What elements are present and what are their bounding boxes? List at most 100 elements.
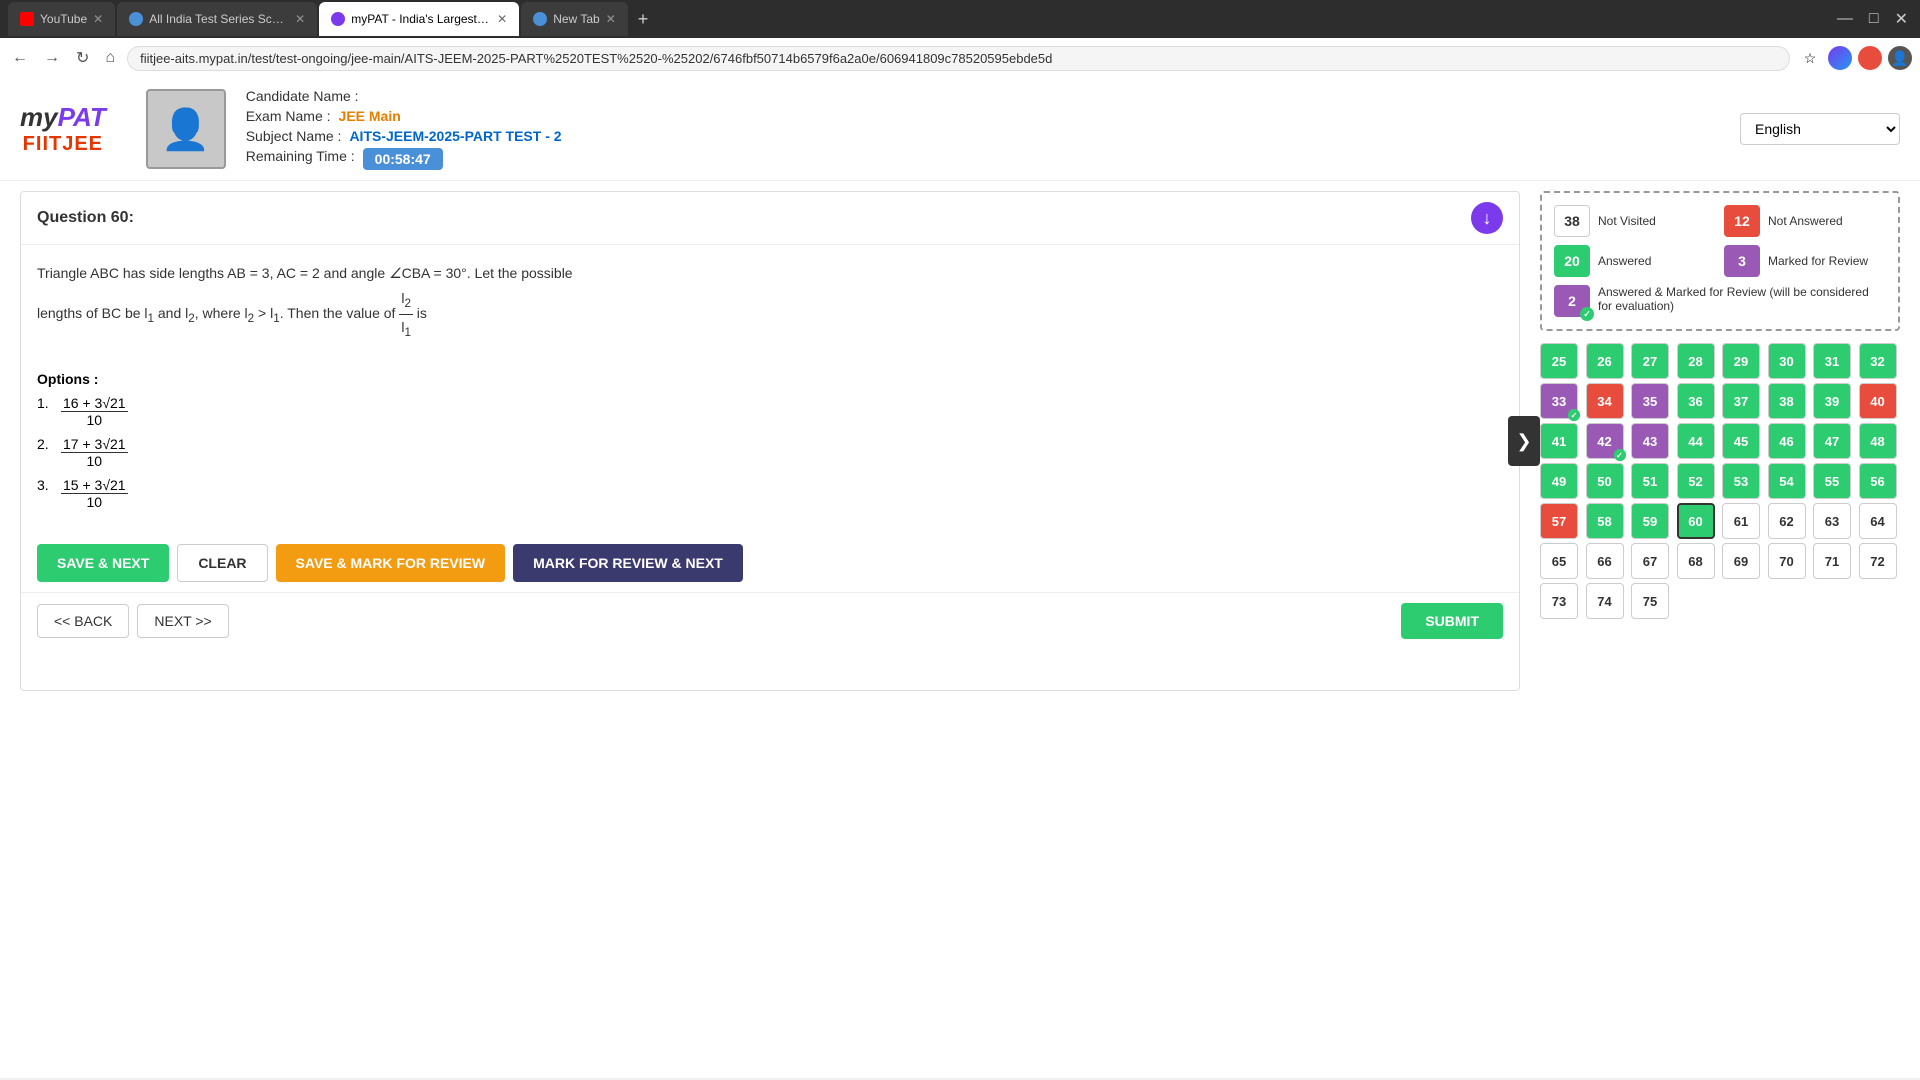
question-grid-btn-50[interactable]: 50 — [1586, 463, 1624, 499]
question-grid-btn-54[interactable]: 54 — [1768, 463, 1806, 499]
action-buttons: SAVE & NEXT CLEAR SAVE & MARK FOR REVIEW… — [21, 534, 1519, 592]
close-tab-aits[interactable]: ✕ — [295, 12, 305, 26]
question-grid-btn-46[interactable]: 46 — [1768, 423, 1806, 459]
question-grid-btn-67[interactable]: 67 — [1631, 543, 1669, 579]
question-grid-btn-47[interactable]: 47 — [1813, 423, 1851, 459]
question-grid-btn-52[interactable]: 52 — [1677, 463, 1715, 499]
star-icon[interactable]: ☆ — [1798, 46, 1822, 70]
question-grid-btn-49[interactable]: 49 — [1540, 463, 1578, 499]
question-grid-btn-53[interactable]: 53 — [1722, 463, 1760, 499]
question-grid-btn-62[interactable]: 62 — [1768, 503, 1806, 539]
question-grid-btn-45[interactable]: 45 — [1722, 423, 1760, 459]
question-grid-btn-61[interactable]: 61 — [1722, 503, 1760, 539]
close-tab-newtab[interactable]: ✕ — [606, 12, 616, 26]
marked-badge: 3 — [1724, 245, 1760, 277]
question-grid-btn-66[interactable]: 66 — [1586, 543, 1624, 579]
language-selector[interactable]: English Hindi — [1740, 113, 1900, 145]
home-button[interactable]: ⌂ — [101, 47, 119, 69]
browser-tab-mypat[interactable]: myPAT - India's Largest Online... ✕ — [319, 2, 519, 36]
browser-tab-youtube[interactable]: YouTube ✕ — [8, 2, 115, 36]
question-grid-btn-48[interactable]: 48 — [1859, 423, 1897, 459]
question-grid-btn-71[interactable]: 71 — [1813, 543, 1851, 579]
maximize-button[interactable]: □ — [1865, 10, 1883, 28]
option-1[interactable]: 1. 16 + 3√21 10 — [37, 395, 1503, 428]
question-grid-btn-34[interactable]: 34 — [1586, 383, 1624, 419]
question-grid-btn-68[interactable]: 68 — [1677, 543, 1715, 579]
candidate-name-label: Candidate Name : — [246, 88, 359, 104]
tab-label-mypat: myPAT - India's Largest Online... — [351, 12, 491, 26]
option-3-num-val: 15 + 3√21 — [61, 477, 128, 494]
clear-button[interactable]: CLEAR — [177, 544, 267, 582]
option-1-num-val: 16 + 3√21 — [61, 395, 128, 412]
marked-label: Marked for Review — [1768, 254, 1868, 268]
back-button-question[interactable]: << BACK — [37, 604, 129, 638]
question-grid-btn-59[interactable]: 59 — [1631, 503, 1669, 539]
question-grid-btn-31[interactable]: 31 — [1813, 343, 1851, 379]
question-grid-btn-42[interactable]: 42✓ — [1586, 423, 1624, 459]
close-tab-mypat[interactable]: ✕ — [497, 12, 507, 26]
close-window-button[interactable]: ✕ — [1891, 9, 1912, 29]
question-grid-btn-63[interactable]: 63 — [1813, 503, 1851, 539]
question-grid-btn-38[interactable]: 38 — [1768, 383, 1806, 419]
question-grid-btn-64[interactable]: 64 — [1859, 503, 1897, 539]
question-grid-btn-26[interactable]: 26 — [1586, 343, 1624, 379]
save-mark-review-button[interactable]: SAVE & MARK FOR REVIEW — [276, 544, 506, 582]
question-grid-btn-75[interactable]: 75 — [1631, 583, 1669, 619]
question-grid-btn-36[interactable]: 36 — [1677, 383, 1715, 419]
back-button[interactable]: ← — [8, 47, 32, 69]
answered-marked-label: Answered & Marked for Review (will be co… — [1598, 285, 1886, 313]
question-grid-btn-41[interactable]: 41 — [1540, 423, 1578, 459]
save-next-button[interactable]: SAVE & NEXT — [37, 544, 169, 582]
scroll-down-button[interactable]: ↓ — [1471, 202, 1503, 234]
url-bar[interactable] — [127, 46, 1790, 71]
question-grid-btn-69[interactable]: 69 — [1722, 543, 1760, 579]
question-grid-btn-70[interactable]: 70 — [1768, 543, 1806, 579]
tab-label-newtab: New Tab — [553, 12, 599, 26]
mark-review-next-button[interactable]: MARK FOR REVIEW & NEXT — [513, 544, 743, 582]
reload-button[interactable]: ↻ — [72, 46, 93, 70]
forward-button[interactable]: → — [40, 47, 64, 69]
logo-mypat: myPAT — [20, 102, 106, 133]
option-3-num: 3. — [37, 477, 53, 493]
side-arrow-button[interactable]: ❯ — [1508, 416, 1540, 466]
minimize-button[interactable]: — — [1833, 10, 1857, 28]
not-visited-badge: 38 — [1554, 205, 1590, 237]
question-grid-btn-35[interactable]: 35 — [1631, 383, 1669, 419]
new-tab-button[interactable]: + — [630, 9, 657, 30]
question-grid-btn-57[interactable]: 57 — [1540, 503, 1578, 539]
question-grid-btn-39[interactable]: 39 — [1813, 383, 1851, 419]
question-body: Triangle ABC has side lengths AB = 3, AC… — [21, 245, 1519, 371]
question-grid-btn-44[interactable]: 44 — [1677, 423, 1715, 459]
close-tab-youtube[interactable]: ✕ — [93, 12, 103, 26]
question-grid-btn-65[interactable]: 65 — [1540, 543, 1578, 579]
question-grid-btn-43[interactable]: 43 — [1631, 423, 1669, 459]
question-grid-btn-56[interactable]: 56 — [1859, 463, 1897, 499]
question-grid-btn-25[interactable]: 25 — [1540, 343, 1578, 379]
question-grid-btn-55[interactable]: 55 — [1813, 463, 1851, 499]
youtube-tab-icon — [20, 12, 34, 26]
question-grid-btn-33[interactable]: 33✓ — [1540, 383, 1578, 419]
question-grid-btn-58[interactable]: 58 — [1586, 503, 1624, 539]
question-grid-btn-30[interactable]: 30 — [1768, 343, 1806, 379]
tab-label-youtube: YouTube — [40, 12, 87, 26]
question-grid-btn-40[interactable]: 40 — [1859, 383, 1897, 419]
browser-tab-newtab[interactable]: New Tab ✕ — [521, 2, 628, 36]
extensions-icon[interactable] — [1858, 46, 1882, 70]
question-grid-btn-37[interactable]: 37 — [1722, 383, 1760, 419]
question-grid-btn-60[interactable]: 60 — [1677, 503, 1715, 539]
option-2[interactable]: 2. 17 + 3√21 10 — [37, 436, 1503, 469]
next-button-question[interactable]: NEXT >> — [137, 604, 228, 638]
question-grid-btn-51[interactable]: 51 — [1631, 463, 1669, 499]
question-grid-btn-74[interactable]: 74 — [1586, 583, 1624, 619]
question-grid-btn-29[interactable]: 29 — [1722, 343, 1760, 379]
question-grid-btn-73[interactable]: 73 — [1540, 583, 1578, 619]
question-grid-btn-32[interactable]: 32 — [1859, 343, 1897, 379]
question-grid-btn-72[interactable]: 72 — [1859, 543, 1897, 579]
submit-button[interactable]: SUBMIT — [1401, 603, 1503, 639]
profile-icon[interactable]: 👤 — [1888, 46, 1912, 70]
browser-tab-aits[interactable]: All India Test Series Schdule for... ✕ — [117, 2, 317, 36]
question-grid-btn-27[interactable]: 27 — [1631, 343, 1669, 379]
option-3[interactable]: 3. 15 + 3√21 10 — [37, 477, 1503, 510]
option-1-num: 1. — [37, 395, 53, 411]
question-grid-btn-28[interactable]: 28 — [1677, 343, 1715, 379]
